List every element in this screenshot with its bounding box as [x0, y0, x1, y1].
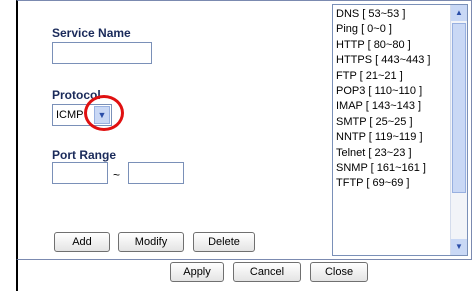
delete-button[interactable]: Delete: [193, 232, 255, 252]
list-item[interactable]: SMTP [ 25~25 ]: [336, 115, 449, 130]
scrollbar-thumb[interactable]: [452, 23, 466, 193]
cancel-button[interactable]: Cancel: [233, 262, 301, 282]
annotation-circle: [84, 95, 124, 131]
chevron-up-icon[interactable]: ▲: [451, 5, 467, 21]
apply-button[interactable]: Apply: [170, 262, 224, 282]
service-name-input[interactable]: [52, 42, 152, 64]
port-from-input[interactable]: [52, 162, 108, 184]
service-name-label: Service Name: [52, 26, 131, 40]
modify-button[interactable]: Modify: [118, 232, 184, 252]
close-button[interactable]: Close: [310, 262, 368, 282]
port-to-input[interactable]: [128, 162, 184, 184]
list-item[interactable]: NNTP [ 119~119 ]: [336, 130, 449, 145]
list-item[interactable]: POP3 [ 110~110 ]: [336, 84, 449, 99]
service-list[interactable]: DNS [ 53~53 ] Ping [ 0~0 ] HTTP [ 80~80 …: [332, 4, 468, 256]
list-item[interactable]: FTP [ 21~21 ]: [336, 69, 449, 84]
list-item[interactable]: Telnet [ 23~23 ]: [336, 146, 449, 161]
list-item[interactable]: TFTP [ 69~69 ]: [336, 176, 449, 191]
chevron-down-icon[interactable]: ▼: [451, 239, 467, 255]
list-scrollbar[interactable]: ▲ ▼: [450, 5, 467, 255]
list-item[interactable]: HTTPS [ 443~443 ]: [336, 53, 449, 68]
add-button[interactable]: Add: [54, 232, 110, 252]
list-item[interactable]: HTTP [ 80~80 ]: [336, 38, 449, 53]
list-item[interactable]: Ping [ 0~0 ]: [336, 22, 449, 37]
list-item[interactable]: SNMP [ 161~161 ]: [336, 161, 449, 176]
list-item[interactable]: DNS [ 53~53 ]: [336, 7, 449, 22]
port-range-separator: ~: [113, 168, 121, 182]
port-range-label: Port Range: [52, 148, 117, 162]
protocol-select-value: ICMP: [56, 109, 84, 121]
list-item[interactable]: IMAP [ 143~143 ]: [336, 99, 449, 114]
